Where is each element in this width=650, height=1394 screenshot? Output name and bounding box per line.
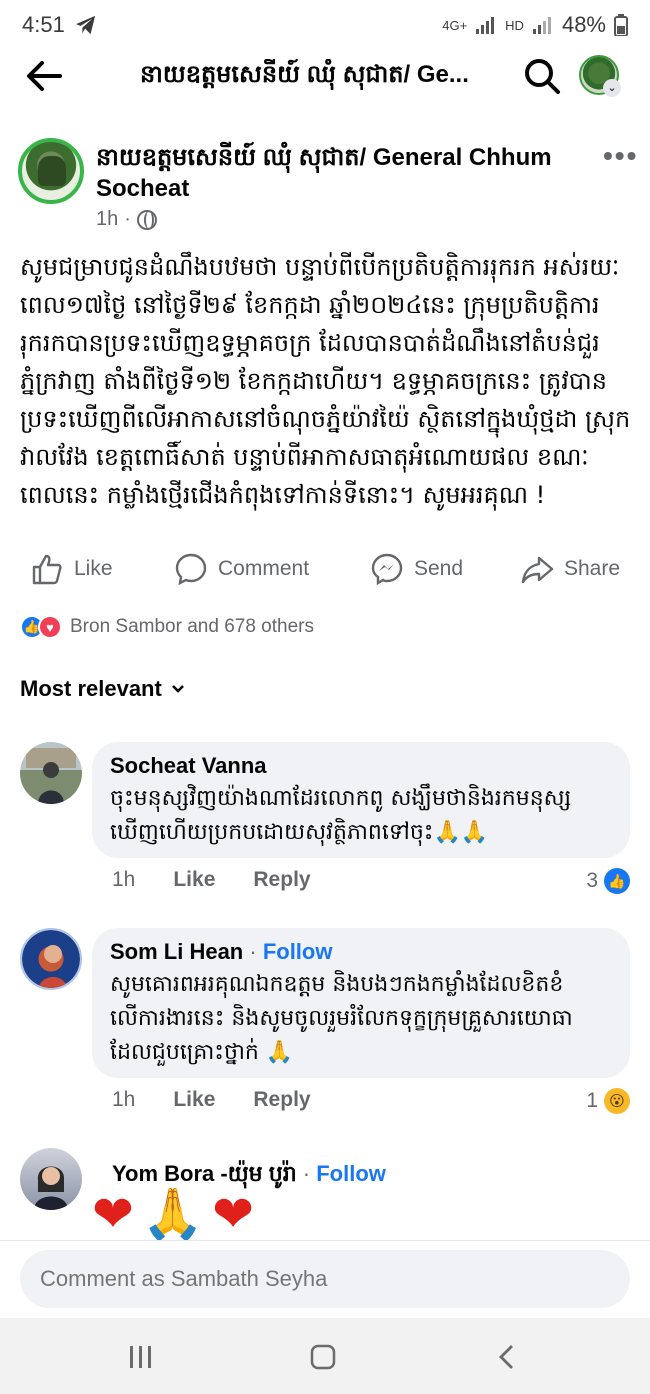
signal-icon — [476, 17, 495, 34]
comment-like-button[interactable]: Like — [173, 868, 215, 892]
comment-meta: 1h Like Reply — [112, 1088, 311, 1112]
commenter-avatar[interactable] — [20, 742, 82, 804]
hd-indicator: HD — [505, 17, 524, 33]
comment-reply-button[interactable]: Reply — [253, 1088, 310, 1112]
chevron-down-icon — [171, 685, 184, 693]
person-silhouette-icon — [38, 945, 68, 988]
commenter-name[interactable]: Yom Bora -យ៉ុម បូរ៉ា · Follow — [112, 1160, 386, 1188]
comment-meta: 1h Like Reply — [112, 868, 311, 892]
post-text: សូមជម្រាបជូនដំណឹងបឋមថា បន្ទាប់ពីបើកប្រតិ… — [20, 253, 631, 509]
post-header: នាយឧត្តមសេនីយ៍ ឈុំ សុជាត/ General Chhum … — [18, 138, 638, 238]
back-icon[interactable] — [494, 1344, 520, 1370]
system-nav-bar — [0, 1318, 650, 1394]
comment-time: 1h — [112, 1088, 136, 1111]
comment-bubble[interactable]: Som Li Hean · Follow សូមគោរពអរគុណឯកឧត្តម… — [92, 928, 630, 1078]
comment-time: 1h — [112, 868, 136, 891]
share-label: Share — [564, 557, 621, 580]
messenger-icon — [371, 553, 403, 586]
battery-icon — [614, 14, 628, 36]
reaction-summary[interactable]: 👍 ♥ Bron Sambor and 678 others — [20, 612, 314, 642]
meta-separator: · — [124, 208, 131, 230]
commenter-avatar[interactable] — [20, 1148, 82, 1210]
comment-label: Comment — [218, 557, 310, 580]
post-time[interactable]: 1h — [96, 208, 118, 231]
send-label: Send — [414, 557, 464, 580]
comment-text: ចុះមនុស្សវិញយ៉ាងណាដែរលោកពូ សង្ឃឹមថានិងរក… — [110, 786, 572, 845]
more-options-icon[interactable]: ••• — [603, 140, 638, 172]
profile-avatar[interactable]: ⌄ — [579, 55, 621, 97]
comment-item: Socheat Vanna ចុះមនុស្សវិញយ៉ាងណាដែរលោកពូ… — [20, 742, 640, 902]
status-time: 4:51 — [22, 12, 65, 37]
sort-label: Most relevant — [20, 676, 162, 701]
like-button[interactable]: Like — [30, 546, 113, 592]
author-avatar[interactable] — [18, 138, 84, 204]
comment-item: Som Li Hean · Follow សូមគោរពអរគុណឯកឧត្តម… — [20, 928, 640, 1128]
post-actions: Like Comment Send Share — [0, 546, 650, 592]
recent-apps-icon[interactable] — [128, 1344, 154, 1370]
share-button[interactable]: Share — [520, 546, 620, 592]
globe-icon — [136, 209, 157, 230]
comment-text: សូមគោរពអរគុណឯកឧត្តម និងបងៗកងកម្លាំងដែលខិ… — [110, 972, 573, 1065]
heart-emoji: ❤ — [92, 1186, 134, 1240]
reaction-count: 3 — [586, 869, 598, 892]
thumbs-up-icon — [32, 554, 62, 585]
comment-sort-dropdown[interactable]: Most relevant — [20, 676, 186, 702]
heart-emoji: ❤ — [212, 1186, 255, 1240]
top-nav: នាយឧត្តមសេនីយ៍ ឈុំ សុជាត/ Ge... ⌄ — [0, 50, 650, 102]
emoji-comment: ❤ 🙏 ❤ — [92, 1186, 254, 1240]
follow-button[interactable]: Follow — [263, 939, 333, 964]
reaction-text: Bron Sambor and 678 others — [70, 616, 314, 637]
like-label: Like — [74, 557, 113, 580]
share-arrow-icon — [521, 556, 554, 584]
send-button[interactable]: Send — [370, 546, 463, 592]
comment-input[interactable] — [20, 1250, 630, 1308]
chevron-down-icon: ⌄ — [603, 79, 621, 97]
like-reaction-icon: 👍 — [604, 868, 630, 894]
comment-reply-button[interactable]: Reply — [253, 868, 310, 892]
comment-bubble-icon — [175, 553, 207, 586]
person-silhouette-icon — [26, 748, 76, 804]
follow-button[interactable]: Follow — [316, 1161, 386, 1186]
commenter-avatar[interactable] — [20, 928, 82, 990]
home-icon[interactable] — [310, 1344, 336, 1370]
commenter-name[interactable]: Socheat Vanna — [110, 752, 612, 780]
comment-like-button[interactable]: Like — [173, 1088, 215, 1112]
signal-icon-2 — [532, 17, 551, 34]
reaction-count: 1 — [586, 1089, 598, 1112]
love-reaction-icon: ♥ — [38, 615, 62, 639]
search-icon[interactable] — [522, 56, 562, 96]
battery-percent: 48% — [561, 12, 606, 37]
comment-composer — [0, 1240, 650, 1318]
telegram-icon — [75, 15, 95, 35]
comment-reaction-count[interactable]: 1 😮 — [586, 1088, 630, 1114]
comment-reaction-count[interactable]: 3 👍 — [586, 868, 630, 894]
post-meta: 1h · — [96, 208, 157, 231]
status-bar: 4:51 4G+ HD 48% — [0, 0, 650, 50]
post-author[interactable]: នាយឧត្តមសេនីយ៍ ឈុំ សុជាត/ General Chhum … — [96, 142, 576, 204]
network-type: 4G+ — [442, 17, 468, 33]
status-indicators: 4G+ HD 48% — [442, 12, 628, 38]
wow-reaction-icon: 😮 — [604, 1088, 630, 1114]
pray-emoji: 🙏 — [141, 1186, 205, 1240]
author-avatar-figure — [38, 156, 66, 186]
person-silhouette-icon — [34, 1166, 68, 1210]
back-arrow-icon[interactable] — [24, 58, 64, 94]
page-title: នាយឧត្តមសេនីយ៍ ឈុំ សុជាត/ Ge... — [140, 61, 469, 88]
comment-bubble[interactable]: Socheat Vanna ចុះមនុស្សវិញយ៉ាងណាដែរលោកពូ… — [92, 742, 630, 858]
comment-button[interactable]: Comment — [174, 546, 309, 592]
commenter-name[interactable]: Som Li Hean · Follow — [110, 938, 612, 966]
